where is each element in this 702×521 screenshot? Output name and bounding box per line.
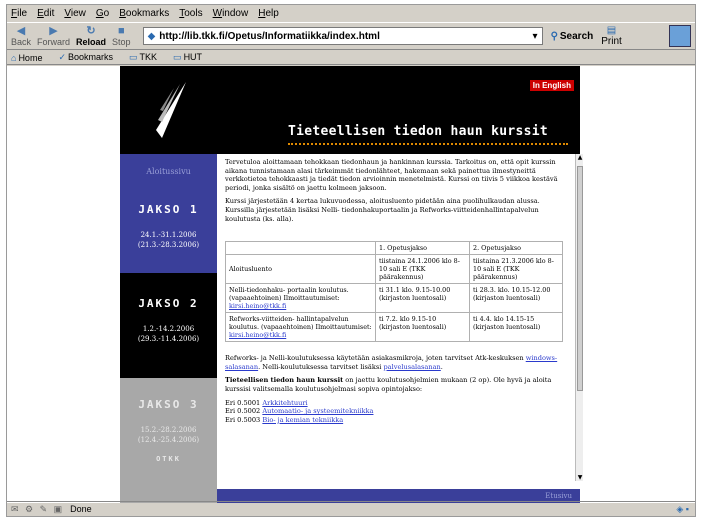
bookmarks-toolbar: ⌂ Home ✓ Bookmarks ▭ TKK ▭ HUT bbox=[7, 51, 695, 65]
menu-go[interactable]: Go bbox=[96, 8, 109, 19]
title-underline bbox=[288, 143, 568, 145]
sidebar-item-otkk[interactable]: OTKK bbox=[120, 455, 217, 463]
bookmark-hut[interactable]: ▭ HUT bbox=[173, 52, 210, 63]
course-link[interactable]: Automaatio- ja systeemitekniikka bbox=[262, 407, 373, 415]
content-scrollbar[interactable]: ▲ ▼ bbox=[575, 154, 583, 481]
list-item: Eri 0.5002 Automaatio- ja systeemiteknii… bbox=[225, 407, 374, 416]
bookmark-icon: ✓ bbox=[58, 52, 66, 62]
in-english-link[interactable]: In English bbox=[529, 80, 574, 91]
printer-icon: ▤ bbox=[606, 25, 617, 36]
menu-window[interactable]: Window bbox=[213, 8, 249, 19]
sidebar-item-jakso-3[interactable]: JAKSO 3 15.2.-28.2.2006 (12.4.-25.4.2006… bbox=[120, 378, 217, 503]
table-row: Aloitusluento tiistaina 24.1.2006 klo 8-… bbox=[225, 254, 563, 285]
status-icons: ✉ ⚙ ✎ ▣ bbox=[11, 503, 65, 514]
courses-intro: Tieteellisen tiedon haun kurssit on jaet… bbox=[225, 376, 552, 393]
menu-bookmarks[interactable]: Bookmarks bbox=[119, 8, 169, 19]
table-header-row: 1. Opetusjakso 2. Opetusjakso bbox=[225, 241, 563, 256]
navigation-toolbar: ◀ Back ▶ Forward ↻ Reload ■ Stop ◆ http:… bbox=[7, 22, 695, 50]
course-link[interactable]: Bio- ja kemian tekniikka bbox=[262, 416, 343, 424]
email-link[interactable]: kirsi.heino@tkk.fi bbox=[229, 331, 286, 339]
status-text: Done bbox=[70, 504, 92, 514]
browser-window: File Edit View Go Bookmarks Tools Window… bbox=[6, 4, 696, 517]
menu-edit[interactable]: Edit bbox=[37, 8, 54, 19]
back-button[interactable]: ◀ Back bbox=[11, 24, 31, 47]
throbber-icon bbox=[669, 25, 691, 47]
menu-tools[interactable]: Tools bbox=[179, 8, 202, 19]
folder-icon: ▭ bbox=[173, 52, 182, 62]
sidebar: Aloitussivu JAKSO 1 24.1.-31.1.2006 (21.… bbox=[120, 154, 217, 503]
table-row: Nelli-tiedonhaku- portaalin koulutus. (v… bbox=[225, 283, 563, 314]
forward-arrow-icon: ▶ bbox=[49, 24, 58, 37]
menu-view[interactable]: View bbox=[64, 8, 86, 19]
table-row: Refworks-viitteiden- hallintapalvelun ko… bbox=[225, 312, 563, 343]
menu-help[interactable]: Help bbox=[258, 8, 279, 19]
scrollbar-thumb[interactable] bbox=[577, 166, 583, 391]
stop-button[interactable]: ■ Stop bbox=[112, 24, 131, 47]
university-logo-icon bbox=[156, 82, 186, 138]
list-item: Eri 0.5003 Bio- ja kemian tekniikka bbox=[225, 415, 344, 424]
back-arrow-icon: ◀ bbox=[16, 24, 26, 37]
menu-file[interactable]: File bbox=[11, 8, 27, 19]
page-title: Tieteellisen tiedon haun kurssit bbox=[288, 124, 549, 139]
info-paragraph: Refworks- ja Nelli-koulutuksessa käytetä… bbox=[225, 354, 558, 371]
sidebar-item-aloitussivu[interactable]: Aloitussivu bbox=[120, 154, 217, 189]
reload-button[interactable]: ↻ Reload bbox=[76, 24, 106, 47]
menu-bar: File Edit View Go Bookmarks Tools Window… bbox=[7, 5, 695, 21]
folder-icon: ▭ bbox=[129, 52, 138, 62]
home-icon: ⌂ bbox=[11, 52, 17, 63]
page-icon: ◆ bbox=[147, 30, 156, 42]
bookmark-home[interactable]: ⌂ Home bbox=[11, 53, 50, 63]
forward-button[interactable]: ▶ Forward bbox=[37, 24, 70, 47]
main-content: Tervetuloa aloittamaan tehokkaan tiedonh… bbox=[225, 158, 570, 488]
search-icon: ⚲ bbox=[550, 30, 558, 42]
web-page: In English Tieteellisen tiedon haun kurs… bbox=[120, 66, 583, 503]
scroll-down-icon[interactable]: ▼ bbox=[576, 474, 584, 481]
sidebar-item-jakso-1[interactable]: JAKSO 1 24.1.-31.1.2006 (21.3.-28.3.2006… bbox=[120, 189, 217, 273]
email-link[interactable]: kirsi.heino@tkk.fi bbox=[229, 302, 286, 310]
schedule-table: 1. Opetusjakso 2. Opetusjakso Aloituslue… bbox=[225, 241, 563, 343]
page-header: In English Tieteellisen tiedon haun kurs… bbox=[120, 66, 580, 154]
intro-paragraph-2: Kurssi järjestetään 4 kertaa lukuvuodess… bbox=[225, 197, 540, 223]
bookmark-bookmarks[interactable]: ✓ Bookmarks bbox=[58, 52, 121, 63]
list-item: Eri 0.5001 Arkkitehtuuri bbox=[225, 398, 308, 407]
chevron-down-icon[interactable]: ▾ bbox=[533, 31, 538, 42]
reload-icon: ↻ bbox=[86, 24, 96, 37]
page-viewport: In English Tieteellisen tiedon haun kurs… bbox=[7, 66, 695, 503]
course-link[interactable]: Arkkitehtuuri bbox=[262, 399, 307, 407]
stop-icon: ■ bbox=[117, 24, 125, 37]
intro-paragraph-1: Tervetuloa aloittamaan tehokkaan tiedonh… bbox=[225, 158, 558, 192]
scroll-up-icon[interactable]: ▲ bbox=[576, 154, 584, 161]
security-icon: ◈ ▪ bbox=[676, 503, 689, 514]
search-button[interactable]: ⚲ Search bbox=[551, 31, 594, 42]
service-password-link[interactable]: palvelusalasanan bbox=[383, 363, 440, 371]
status-bar: ✉ ⚙ ✎ ▣ Done ◈ ▪ bbox=[7, 501, 695, 516]
sidebar-item-jakso-2[interactable]: JAKSO 2 1.2.-14.2.2006 (29.3.-11.4.2006) bbox=[120, 273, 217, 378]
bookmark-tkk[interactable]: ▭ TKK bbox=[129, 52, 165, 63]
url-field[interactable]: ◆ http://lib.tkk.fi/Opetus/Informatiikka… bbox=[142, 27, 543, 45]
home-link[interactable]: Etusivu bbox=[545, 492, 572, 500]
url-text: http://lib.tkk.fi/Opetus/Informatiikka/i… bbox=[159, 30, 380, 42]
print-button[interactable]: ▤ Print bbox=[601, 25, 622, 47]
